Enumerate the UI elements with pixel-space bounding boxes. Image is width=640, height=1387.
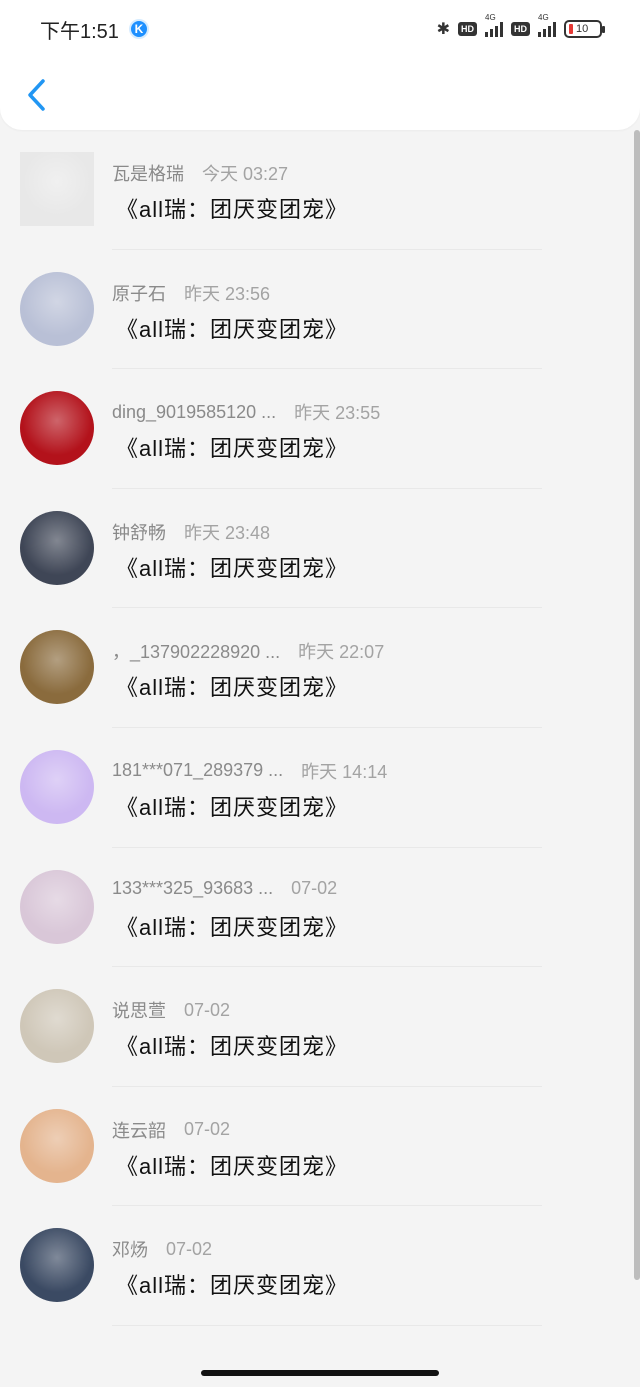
book-title[interactable]: 《all瑞：团厌变团宠》 [116,431,348,463]
item-meta: 说思萱 07-02 [112,997,230,1023]
network-type: 4G [485,13,496,22]
avatar[interactable] [20,869,94,944]
avatar[interactable] [20,989,94,1064]
status-time: 下午1:51 [40,20,119,43]
book-title[interactable]: 《all瑞：团厌变团宠》 [116,192,348,224]
item-meta: 原子石 昨天 23:56 [112,280,270,306]
divider [112,1324,542,1326]
scrollbar[interactable] [634,130,640,1280]
status-bar: 下午1:51 K ✱ HD 4G HD 4G 10 [0,0,640,58]
book-title[interactable]: 《all瑞：团厌变团宠》 [116,1149,348,1181]
avatar[interactable] [20,1108,94,1183]
item-meta: 邓炀 07-02 [112,1236,212,1262]
back-button[interactable] [18,72,54,118]
item-meta: 连云韶 07-02 [112,1117,230,1143]
item-meta: 瓦是格瑞 今天 03:27 [112,160,288,186]
timestamp: 今天 03:27 [202,164,289,184]
avatar[interactable] [20,630,94,705]
list-item[interactable]: ，_137902228920 ... 昨天 22:07 《all瑞：团厌变团宠》 [0,608,632,728]
item-meta: 钟舒畅 昨天 23:48 [112,519,270,545]
battery-level: 10 [576,23,589,35]
user-name[interactable]: 原子石 [112,280,166,306]
list-item[interactable]: ding_9019585120 ... 昨天 23:55 《all瑞：团厌变团宠》 [0,369,632,489]
list-item[interactable]: 181***071_289379 ... 昨天 14:14 《all瑞：团厌变团宠》 [0,728,632,848]
book-title[interactable]: 《all瑞：团厌变团宠》 [116,790,348,822]
item-meta: ding_9019585120 ... 昨天 23:55 [112,399,380,425]
avatar[interactable] [20,152,94,226]
book-title[interactable]: 《all瑞：团厌变团宠》 [116,910,348,942]
battery-icon: 10 [564,20,605,38]
book-title[interactable]: 《all瑞：团厌变团宠》 [116,551,348,583]
book-title[interactable]: 《all瑞：团厌变团宠》 [116,1029,348,1061]
timestamp: 07-02 [184,999,231,1020]
item-meta: 181***071_289379 ... 昨天 14:14 [112,758,387,784]
home-indicator[interactable] [201,1370,439,1376]
app-badge-icon: K [128,19,149,39]
timestamp: 07-02 [291,877,338,898]
avatar[interactable] [20,391,94,466]
status-left: 下午1:51 K [40,15,149,44]
reader-list: 瓦是格瑞 今天 03:27 《all瑞：团厌变团宠》 原子石 昨天 23:56 《all瑞… [0,130,632,1360]
list-item[interactable]: 钟舒畅 昨天 23:48 《all瑞：团厌变团宠》 [0,489,632,609]
bluetooth-icon: ✱ [436,21,450,38]
book-title[interactable]: 《all瑞：团厌变团宠》 [116,1268,348,1300]
user-name[interactable]: 133***325_93683 ... [112,878,273,899]
user-name[interactable]: 钟舒畅 [112,519,166,545]
book-title[interactable]: 《all瑞：团厌变团宠》 [116,670,348,702]
network-type-2: 4G [538,13,549,22]
avatar[interactable] [20,271,94,346]
timestamp: 昨天 23:48 [184,522,271,543]
user-name[interactable]: 181***071_289379 ... [112,760,283,781]
signal-icon: 4G [485,13,503,37]
timestamp: 07-02 [184,1119,231,1140]
avatar[interactable] [20,749,94,824]
user-name[interactable]: 瓦是格瑞 [112,160,184,186]
timestamp: 昨天 23:56 [184,283,271,304]
list-item[interactable]: 连云韶 07-02 《all瑞：团厌变团宠》 [0,1087,632,1207]
avatar[interactable] [20,1228,94,1303]
list-item[interactable]: 133***325_93683 ... 07-02 《all瑞：团厌变团宠》 [0,848,632,968]
hd-badge: HD [458,22,477,36]
list-item[interactable]: 说思萱 07-02 《all瑞：团厌变团宠》 [0,967,632,1087]
hd-badge-2: HD [511,22,530,36]
list-item[interactable]: 原子石 昨天 23:56 《all瑞：团厌变团宠》 [0,250,632,370]
list-item[interactable]: 瓦是格瑞 今天 03:27 《all瑞：团厌变团宠》 [0,130,632,250]
item-meta: ，_137902228920 ... 昨天 22:07 [112,638,384,664]
timestamp: 07-02 [166,1238,213,1259]
timestamp: 昨天 14:14 [301,761,388,782]
signal-icon-2: 4G [538,13,556,37]
timestamp: 昨天 23:55 [294,403,381,424]
user-name[interactable]: 说思萱 [112,997,166,1023]
status-right: ✱ HD 4G HD 4G 10 [436,13,605,39]
chevron-left-icon [28,79,45,111]
battery-fill [569,24,573,34]
timestamp: 昨天 22:07 [298,642,385,663]
avatar[interactable] [20,510,94,585]
header: 下午1:51 K ✱ HD 4G HD 4G 10 [0,0,640,130]
user-name[interactable]: 邓炀 [112,1236,148,1262]
item-meta: 133***325_93683 ... 07-02 [112,878,337,899]
book-title[interactable]: 《all瑞：团厌变团宠》 [116,312,348,344]
user-name[interactable]: ding_9019585120 ... [112,402,276,423]
user-name[interactable]: 连云韶 [112,1117,166,1143]
list-item[interactable]: 邓炀 07-02 《all瑞：团厌变团宠》 [0,1206,632,1326]
user-name[interactable]: ，_137902228920 ... [112,638,280,664]
